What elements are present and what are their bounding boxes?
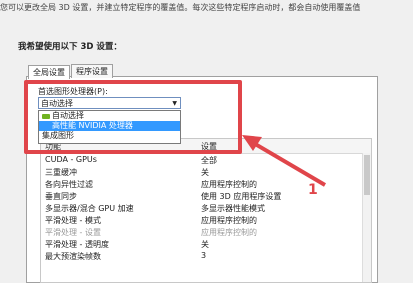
row-feature: 多显示器/混合 GPU 加速	[45, 204, 134, 213]
table-row[interactable]: 多显示器/混合 GPU 加速 多显示器性能模式	[41, 203, 371, 214]
highlight-box	[24, 80, 242, 154]
table-row[interactable]: 平滑处理 - 模式 应用程序控制的	[41, 215, 371, 226]
scrollbar-thumb[interactable]	[364, 155, 370, 195]
table-row[interactable]: 平滑处理 - 设置 应用程序控制的	[41, 227, 371, 238]
table-row[interactable]: 最大预渲染帧数 3	[41, 251, 371, 262]
row-feature: 平滑处理 - 透明度	[45, 240, 109, 249]
row-feature: CUDA - GPUs	[45, 155, 97, 164]
row-feature: 垂直同步	[45, 192, 77, 201]
tab-bar: 全局设置 程序设置	[28, 64, 114, 79]
row-feature: 平滑处理 - 模式	[45, 216, 101, 225]
row-feature: 最大预渲染帧数	[45, 252, 101, 261]
row-setting: 关	[201, 168, 209, 177]
row-setting: 应用程序控制的	[201, 216, 257, 225]
section-title: 我希望使用以下 3D 设置：	[18, 42, 122, 52]
row-feature: 平滑处理 - 设置	[45, 228, 101, 237]
row-setting: 应用程序控制的	[201, 228, 257, 237]
row-setting: 全部	[201, 156, 217, 165]
tab-program-settings[interactable]: 程序设置	[71, 64, 113, 78]
annotation-number: 1	[308, 182, 318, 198]
tab-global-settings[interactable]: 全局设置	[28, 65, 70, 79]
row-feature: 各向异性过滤	[45, 180, 93, 189]
scrollbar[interactable]	[362, 153, 371, 282]
row-setting: 多显示器性能模式	[201, 204, 265, 213]
row-feature: 三重缓冲	[45, 168, 77, 177]
row-setting: 3	[201, 251, 207, 260]
row-setting: 关	[201, 240, 209, 249]
intro-text: 您可以更改全局 3D 设置，并建立特定程序的覆盖值。每次这些特定程序启动时，都会…	[0, 3, 361, 12]
table-row[interactable]: 平滑处理 - 透明度 关	[41, 239, 371, 250]
